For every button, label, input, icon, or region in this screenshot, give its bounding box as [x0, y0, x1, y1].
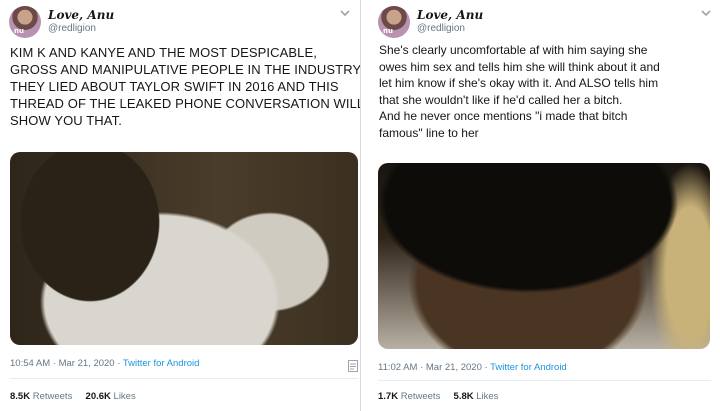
tweet-text-line: SHOW YOU THAT.	[10, 113, 122, 128]
author-name[interactable]: Love, Anu	[417, 8, 483, 22]
tweet-meta: 10:54 AM · Mar 21, 2020 · Twitter for An…	[10, 358, 199, 369]
tweet-stats: 1.7K Retweets 5.8K Likes	[378, 391, 498, 402]
tweet-video-thumbnail[interactable]	[10, 152, 358, 345]
tweet-source-link[interactable]: Twitter for Android	[123, 358, 200, 369]
tweet-text-line: THEY LIED ABOUT TAYLOR SWIFT IN 2016 AND…	[10, 79, 339, 94]
meta-separator: ·	[114, 358, 123, 369]
document-icon[interactable]	[348, 360, 358, 372]
retweet-label[interactable]: Retweets	[401, 391, 441, 402]
tweet-text-line: owes him sex and tells him she will thin…	[379, 59, 660, 74]
tweet-text-line: She's clearly uncomfortable af with him …	[379, 43, 648, 57]
tweet-date[interactable]: Mar 21, 2020	[426, 362, 482, 373]
tweet-stats: 8.5K Retweets 20.6K Likes	[10, 391, 136, 402]
chevron-down-icon[interactable]	[338, 8, 352, 18]
author-handle[interactable]: @redligion	[48, 23, 96, 34]
meta-separator: ·	[50, 358, 59, 369]
avatar-tag: nu	[14, 27, 24, 35]
tweet-date[interactable]: Mar 21, 2020	[59, 358, 115, 369]
tweet-card-left: nu Love, Anu @redligion KIM K AND KANYE …	[0, 0, 365, 411]
like-count[interactable]: 20.6K	[86, 391, 111, 402]
tweet-text-line: famous" line to her	[379, 125, 479, 140]
meta-separator: ·	[417, 362, 426, 373]
tweet-text-line: THREAD OF THE LEAKED PHONE CONVERSATION …	[10, 96, 365, 111]
avatar[interactable]: nu	[378, 6, 410, 38]
tweet-text: She's clearly uncomfortable af with him …	[379, 42, 714, 141]
tweet-time: 10:54 AM	[10, 358, 51, 369]
meta-separator: ·	[481, 362, 491, 373]
like-count[interactable]: 5.8K	[454, 391, 474, 402]
avatar-tag: nu	[383, 27, 393, 35]
like-label[interactable]: Likes	[114, 391, 136, 402]
retweet-count[interactable]: 1.7K	[378, 391, 398, 402]
retweet-count[interactable]: 8.5K	[10, 391, 30, 402]
tweet-text-line: let him know if she's okay with it. And …	[379, 76, 659, 90]
divider	[10, 378, 358, 379]
author-name[interactable]: Love, Anu	[48, 8, 114, 22]
tweet-video-thumbnail[interactable]	[378, 163, 710, 349]
tweet-time: 11:02 AM	[378, 362, 418, 373]
tweet-meta: 11:02 AM · Mar 21, 2020 · Twitter for An…	[378, 362, 567, 373]
like-label[interactable]: Likes	[476, 391, 498, 402]
author-handle[interactable]: @redligion	[417, 23, 465, 34]
retweet-label[interactable]: Retweets	[33, 391, 73, 402]
chevron-down-icon[interactable]	[699, 8, 713, 18]
divider	[378, 380, 711, 381]
tweet-text-line: KIM K AND KANYE AND THE MOST DESPICABLE,	[10, 45, 317, 60]
tweet-text-line: And he never once mentions "i made that …	[379, 109, 628, 123]
tweet-source-link[interactable]: Twitter for Android	[490, 362, 567, 373]
avatar[interactable]: nu	[9, 6, 41, 38]
tweet-text: KIM K AND KANYE AND THE MOST DESPICABLE,…	[10, 44, 365, 129]
tweet-text-line: GROSS AND MANIPULATIVE PEOPLE IN THE IND…	[10, 62, 362, 77]
tweet-text-line: that she wouldn't like if he'd called he…	[379, 92, 623, 107]
